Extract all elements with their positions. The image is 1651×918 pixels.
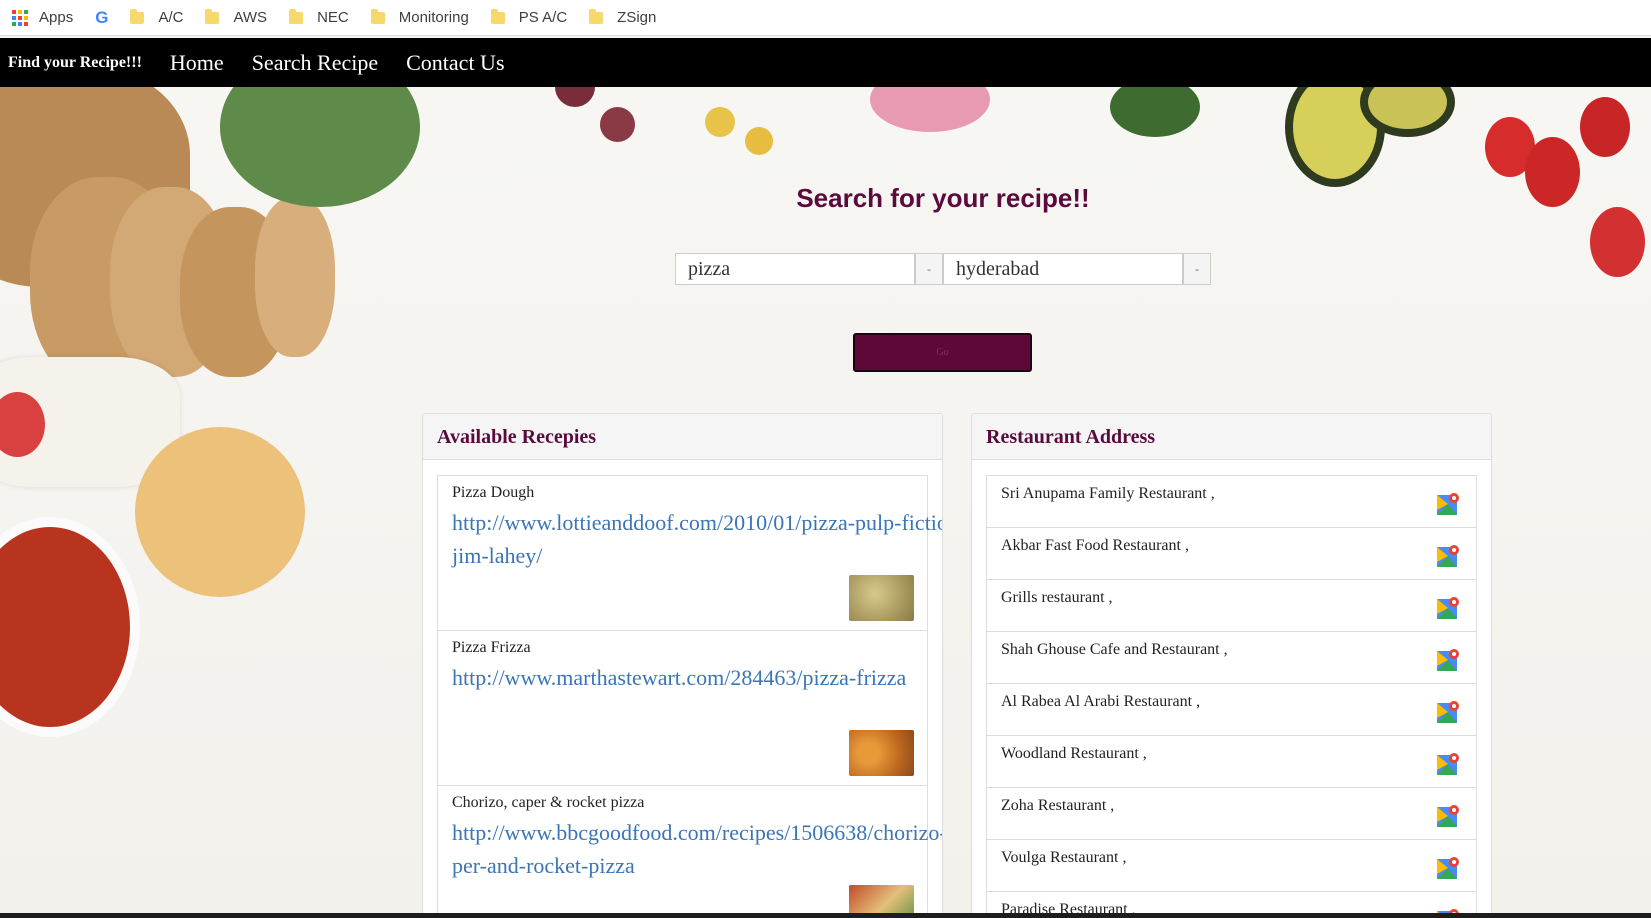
- map-icon[interactable]: [1436, 752, 1460, 776]
- broccoli-decoration: [1110, 87, 1200, 137]
- folder-icon: [205, 8, 220, 24]
- map-icon[interactable]: [1436, 648, 1460, 672]
- restaurant-name: Akbar Fast Food Restaurant ,: [1001, 537, 1189, 554]
- list-item: Chorizo, caper & rocket pizza http://www…: [437, 785, 942, 913]
- bookmark-google[interactable]: G: [95, 8, 108, 28]
- vegetable-decoration: [600, 107, 635, 142]
- bookmark-monitoring[interactable]: Monitoring: [370, 8, 469, 26]
- recipe-link[interactable]: http://www.marthastewart.com/284463/pizz…: [452, 661, 942, 694]
- restaurants-list: Sri Anupama Family Restaurant , Akbar Fa…: [986, 475, 1477, 913]
- folder-icon: [490, 8, 505, 24]
- folder-icon: [130, 8, 145, 24]
- bookmarks-bar: Apps G A/C AWS NEC Monitoring PS A/C ZSi…: [0, 0, 1651, 36]
- bookmark-label: PS A/C: [518, 9, 568, 26]
- bookmark-ps-ac[interactable]: PS A/C: [490, 8, 568, 26]
- map-icon[interactable]: [1436, 492, 1460, 516]
- strawberry-decoration: [1580, 97, 1630, 157]
- restaurant-name: Al Rabea Al Arabi Restaurant ,: [1001, 693, 1201, 710]
- vegetable-decoration: [705, 107, 735, 137]
- bookmark-label: NEC: [317, 9, 349, 26]
- bookmark-ac[interactable]: A/C: [130, 8, 184, 26]
- recipe-search-input[interactable]: [675, 253, 915, 285]
- list-item: Woodland Restaurant ,: [986, 735, 1477, 788]
- recipe-link[interactable]: http://www.bbcgoodfood.com/recipes/15066…: [452, 816, 942, 882]
- vegetable-decoration: [555, 87, 595, 107]
- list-item: Pizza Dough http://www.lottieanddoof.com…: [437, 475, 942, 631]
- recipe-thumbnail: [849, 730, 914, 776]
- page-title: Search for your recipe!!: [796, 183, 1090, 213]
- bookmark-zsign[interactable]: ZSign: [589, 8, 657, 26]
- site-navbar: Find your Recipe!!! Home Search Recipe C…: [0, 38, 1651, 87]
- recipe-link[interactable]: http://www.lottieanddoof.com/2010/01/piz…: [452, 506, 942, 572]
- clear-location-button[interactable]: -: [1183, 253, 1211, 285]
- folder-icon: [370, 8, 385, 24]
- list-item: Sri Anupama Family Restaurant ,: [986, 475, 1477, 528]
- restaurant-name: Grills restaurant ,: [1001, 589, 1113, 606]
- restaurant-name: Shah Ghouse Cafe and Restaurant ,: [1001, 641, 1228, 658]
- restaurant-name: Woodland Restaurant ,: [1001, 745, 1147, 762]
- strawberry-decoration: [1590, 207, 1645, 277]
- recipe-name: Pizza Dough: [452, 484, 535, 501]
- folder-icon: [589, 8, 604, 24]
- recipe-name: Chorizo, caper & rocket pizza: [452, 794, 645, 811]
- bookmark-label: A/C: [158, 9, 184, 26]
- restaurant-name: Voulga Restaurant ,: [1001, 849, 1127, 866]
- list-item: Al Rabea Al Arabi Restaurant ,: [986, 683, 1477, 736]
- bookmark-label: ZSign: [617, 9, 657, 26]
- recipe-thumbnail: [849, 575, 914, 621]
- bookmark-apps[interactable]: Apps: [12, 9, 73, 26]
- map-icon[interactable]: [1436, 596, 1460, 620]
- list-item: Shah Ghouse Cafe and Restaurant ,: [986, 631, 1477, 684]
- pasta-decoration: [135, 427, 305, 597]
- go-button[interactable]: Go: [853, 333, 1032, 372]
- brand-link[interactable]: Find your Recipe!!!: [8, 54, 142, 72]
- list-item: Pizza Frizza http://www.marthastewart.co…: [437, 630, 928, 786]
- clear-recipe-button[interactable]: -: [915, 253, 943, 285]
- folder-icon: [289, 8, 304, 24]
- map-icon[interactable]: [1436, 856, 1460, 880]
- bookmark-aws[interactable]: AWS: [205, 8, 268, 26]
- list-item: Voulga Restaurant ,: [986, 839, 1477, 892]
- bookmark-apps-label: Apps: [39, 9, 74, 26]
- recipe-name: Pizza Frizza: [452, 639, 531, 656]
- bookmark-nec[interactable]: NEC: [289, 8, 349, 26]
- nav-search-recipe[interactable]: Search Recipe: [252, 50, 378, 76]
- recipes-list: Pizza Dough http://www.lottieanddoof.com…: [437, 475, 942, 913]
- restaurant-name: Zoha Restaurant ,: [1001, 797, 1115, 814]
- sauce-bowl-decoration: [0, 517, 140, 737]
- nav-contact-us[interactable]: Contact Us: [406, 50, 504, 76]
- taskbar-edge: [0, 913, 1651, 918]
- bread-decoration: [255, 197, 335, 357]
- restaurant-name: Paradise Restaurant ,: [1001, 901, 1136, 913]
- hero-background: Search for your recipe!! - - Go Availabl…: [0, 87, 1651, 913]
- list-item: Grills restaurant ,: [986, 579, 1477, 632]
- vegetable-decoration: [745, 127, 773, 155]
- map-icon[interactable]: [1436, 804, 1460, 828]
- list-item: Akbar Fast Food Restaurant ,: [986, 527, 1477, 580]
- bookmark-label: Monitoring: [398, 9, 469, 26]
- list-item: Zoha Restaurant ,: [986, 787, 1477, 840]
- recipe-thumbnail: [849, 885, 914, 913]
- restaurants-panel: Restaurant Address Sri Anupama Family Re…: [971, 413, 1492, 913]
- location-search-input[interactable]: [943, 253, 1183, 285]
- bookmark-label: AWS: [233, 9, 268, 26]
- map-icon[interactable]: [1436, 700, 1460, 724]
- recipes-heading: Available Recepies: [423, 414, 942, 460]
- recipes-panel: Available Recepies Pizza Dough http://ww…: [422, 413, 943, 913]
- map-icon[interactable]: [1436, 544, 1460, 568]
- google-icon: G: [95, 7, 109, 27]
- list-item: Paradise Restaurant ,: [986, 891, 1477, 913]
- restaurants-heading: Restaurant Address: [972, 414, 1491, 460]
- apps-grid-icon: [12, 9, 28, 26]
- nav-home[interactable]: Home: [170, 50, 224, 76]
- search-form: - -: [675, 253, 1211, 285]
- restaurant-name: Sri Anupama Family Restaurant ,: [1001, 485, 1215, 502]
- radish-decoration: [870, 87, 990, 132]
